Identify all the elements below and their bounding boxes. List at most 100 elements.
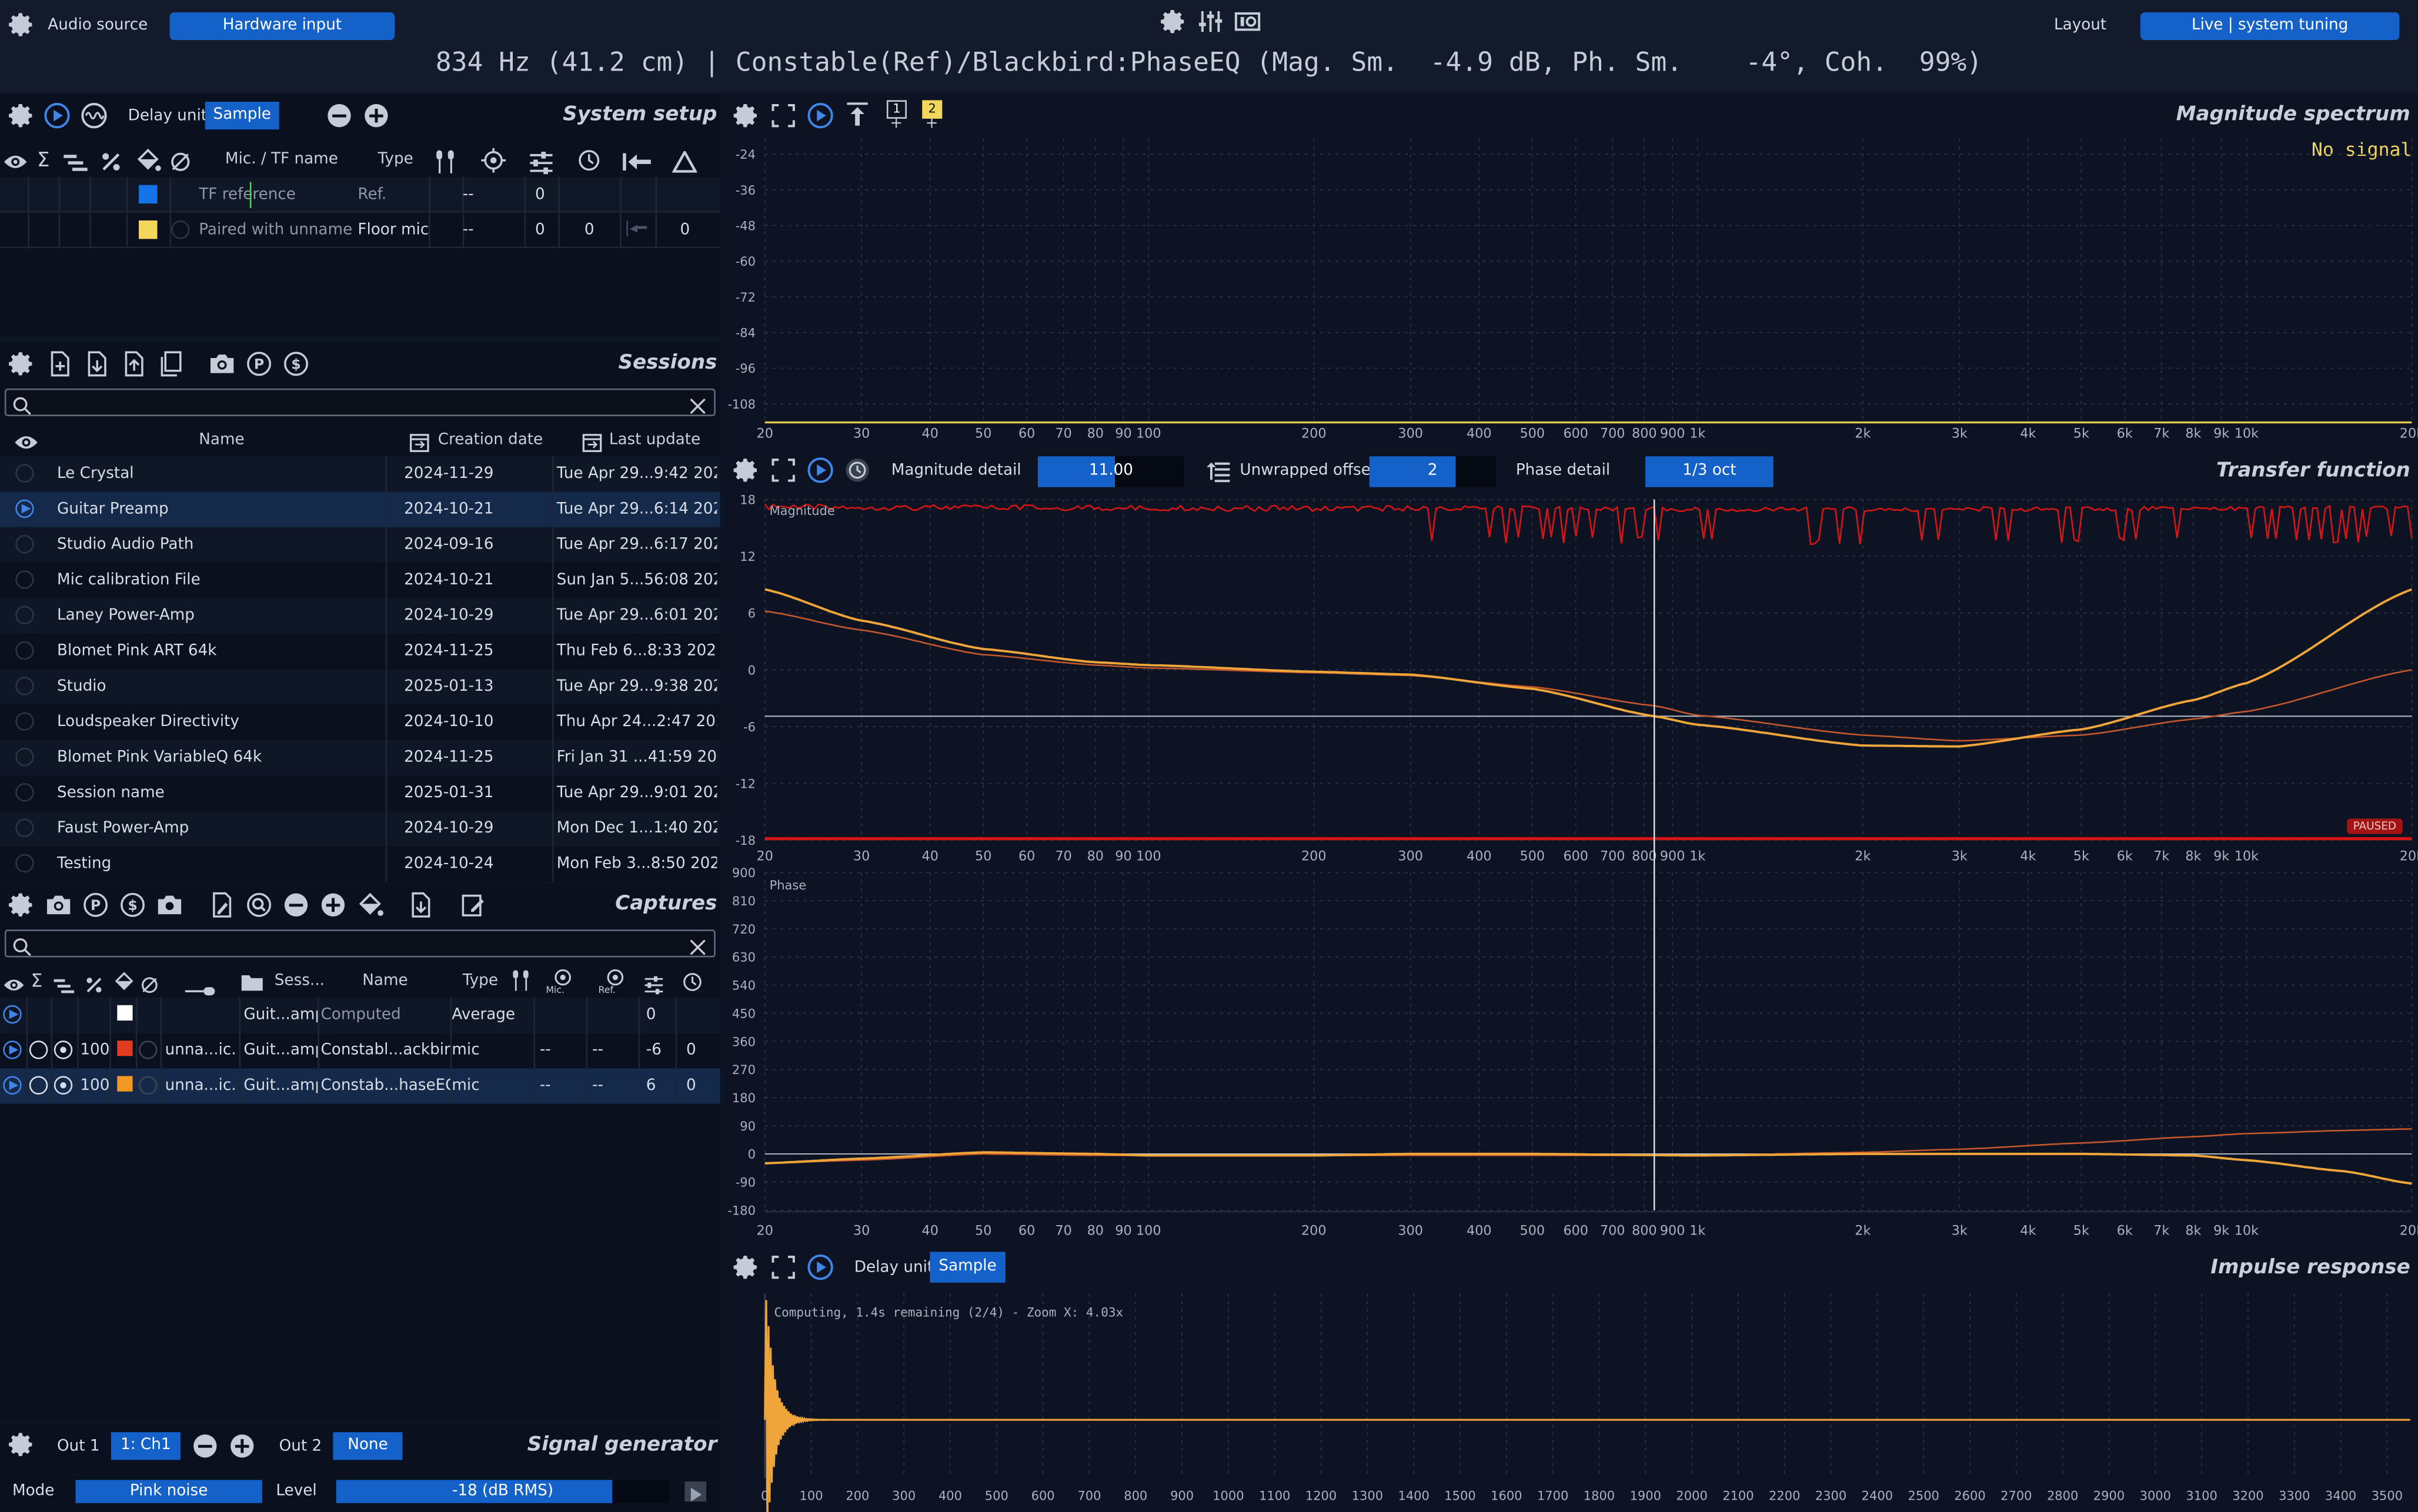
setup-col-a[interactable]: -- <box>463 178 509 213</box>
session-active-toggle[interactable] <box>15 499 34 519</box>
dollar-coin-icon[interactable]: $ <box>119 891 146 919</box>
capture-mic[interactable]: unna...ic.) <box>165 1033 238 1068</box>
zoom-q-icon[interactable] <box>245 891 273 919</box>
capture-align-toggle[interactable] <box>54 1076 73 1095</box>
session-row[interactable]: Session name 2025-01-31 Tue Apr 29...9:01 … <box>0 775 720 811</box>
remove-icon[interactable] <box>325 102 353 129</box>
edit-document-icon[interactable] <box>208 891 236 919</box>
session-active-toggle[interactable] <box>15 641 34 660</box>
captures-search-input[interactable] <box>4 929 716 958</box>
gear-icon[interactable] <box>8 350 35 377</box>
add-icon[interactable] <box>319 891 347 919</box>
mixer-icon[interactable] <box>1197 8 1224 35</box>
percent-icon[interactable] <box>85 971 103 993</box>
sessions-search-input[interactable] <box>4 388 716 417</box>
pairing-toggle[interactable] <box>171 220 190 239</box>
sum-icon[interactable]: Σ <box>37 149 50 172</box>
capture-mic-delay[interactable] <box>540 998 579 1033</box>
color-fill-icon[interactable] <box>112 969 135 991</box>
percent-icon[interactable] <box>100 149 122 171</box>
import-session-icon[interactable] <box>84 350 111 377</box>
session-active-toggle[interactable] <box>15 854 34 873</box>
session-row[interactable]: Blomet Pink ART 64k 2024-11-25 Thu Feb 6..… <box>0 633 720 670</box>
capture-invert-toggle[interactable] <box>139 1076 158 1095</box>
magnitude-spectrum-plot[interactable]: -24 -36 -48 -60 -72 -84 -96 -10820 30 40 50 60 70 80 9… <box>726 94 2418 446</box>
capture-time[interactable] <box>686 998 714 1033</box>
capture-gain[interactable]: 0 <box>646 998 674 1033</box>
phase-detail-select[interactable]: 1/3 oct <box>1645 456 1774 487</box>
gear-icon[interactable] <box>8 102 35 129</box>
setup-name[interactable]: TF reference <box>199 178 353 213</box>
delay-to-start-icon[interactable] <box>620 149 654 171</box>
column-name-header[interactable]: Mic. / TF name <box>225 151 338 168</box>
capture-type[interactable]: Average <box>452 998 532 1033</box>
setup-col-c[interactable]: 0 <box>585 213 606 248</box>
play-generator-button[interactable] <box>684 1481 707 1502</box>
duplicate-session-icon[interactable] <box>157 350 185 377</box>
gain-sliders-icon[interactable] <box>643 971 665 995</box>
setup-col-d[interactable]: 0 <box>680 213 702 248</box>
capture-type[interactable]: mic <box>452 1033 532 1068</box>
device-io-icon[interactable] <box>1234 8 1261 35</box>
setup-type[interactable]: Ref. <box>358 178 432 213</box>
align-icon[interactable] <box>52 973 75 993</box>
column-type-header[interactable]: Type <box>378 151 413 168</box>
visibility-icon[interactable] <box>14 430 39 452</box>
capture-row[interactable]: 100 unna...ic.) Guit...amp Constab...haseEQ… <box>0 1068 720 1104</box>
align-icon[interactable] <box>62 151 89 173</box>
trace-color-swatch[interactable] <box>139 220 158 239</box>
setup-col-a[interactable]: -- <box>463 213 509 248</box>
microphone-icon[interactable] <box>509 968 533 993</box>
gain-sliders-icon[interactable] <box>527 149 555 175</box>
capture-invert-toggle[interactable] <box>139 1041 158 1059</box>
waveform-icon[interactable] <box>80 102 108 129</box>
column-type-header[interactable]: Type <box>463 973 498 990</box>
session-name[interactable]: Blomet Pink VariableQ 64k <box>57 740 381 775</box>
setup-col-d[interactable] <box>680 178 702 213</box>
settings-gear-icon[interactable] <box>1160 8 1187 35</box>
delay-to-start-icon[interactable]: |◂━ <box>624 220 647 237</box>
capture-ref-delay[interactable] <box>592 998 631 1033</box>
column-name-header[interactable]: Name <box>199 431 244 449</box>
new-session-icon[interactable] <box>46 350 74 377</box>
clear-search-icon[interactable] <box>688 393 708 414</box>
fullscreen-icon[interactable] <box>770 456 797 484</box>
column-session-header[interactable]: Sess... <box>275 973 325 990</box>
invert-icon[interactable] <box>169 149 191 171</box>
capture-session[interactable]: Guit...amp <box>243 1068 318 1103</box>
column-created-header[interactable]: Creation date <box>438 431 543 449</box>
column-name-header[interactable]: Name <box>362 973 408 990</box>
column-updated-header[interactable]: Last update <box>609 431 700 449</box>
session-row[interactable]: Le Crystal 2024-11-29 Tue Apr 29...9:42 20… <box>0 456 720 492</box>
gear-icon[interactable] <box>8 11 35 38</box>
visibility-icon[interactable] <box>3 971 25 991</box>
session-row[interactable]: Studio 2025-01-13 Tue Apr 29...9:38 2025 <box>0 669 720 705</box>
capture-live-toggle[interactable] <box>3 1076 22 1095</box>
session-name[interactable]: Guitar Preamp <box>57 492 381 527</box>
color-fill-icon[interactable] <box>134 148 162 173</box>
live-icon[interactable] <box>43 102 71 129</box>
download-icon[interactable] <box>407 891 435 919</box>
impulse-response-plot[interactable]: 0 100 200 300 400 500 600 700 800 900 1000 1100 1200… <box>726 1247 2418 1512</box>
session-name[interactable]: Laney Power-Amp <box>57 598 381 633</box>
capture-mic[interactable]: unna...ic.) <box>165 1068 238 1103</box>
capture-time[interactable]: 0 <box>686 1068 714 1103</box>
capture-ref-delay[interactable]: -- <box>592 1068 631 1103</box>
microphone-icon[interactable] <box>432 148 459 176</box>
color-fill-icon[interactable] <box>356 891 384 919</box>
session-active-toggle[interactable] <box>15 534 34 554</box>
setup-row[interactable]: TF reference Ref. -- 0 <box>0 177 720 213</box>
session-active-toggle[interactable] <box>15 677 34 695</box>
add-icon[interactable] <box>362 102 390 129</box>
layout-select[interactable]: Live | system tuning <box>2140 12 2400 41</box>
capture-mic[interactable] <box>165 998 238 1033</box>
target-icon[interactable] <box>552 965 574 987</box>
target-icon[interactable] <box>604 965 626 987</box>
p-coin-icon[interactable]: P <box>245 350 273 377</box>
out1-select[interactable]: 1: Ch1 <box>111 1432 181 1460</box>
capture-gain[interactable]: -6 <box>646 1033 674 1068</box>
out2-select[interactable]: None <box>333 1432 403 1460</box>
gear-icon[interactable] <box>8 891 35 919</box>
capture-row[interactable]: Guit...amp Computed Average 0 <box>0 997 720 1033</box>
add-output-icon[interactable] <box>228 1432 256 1460</box>
